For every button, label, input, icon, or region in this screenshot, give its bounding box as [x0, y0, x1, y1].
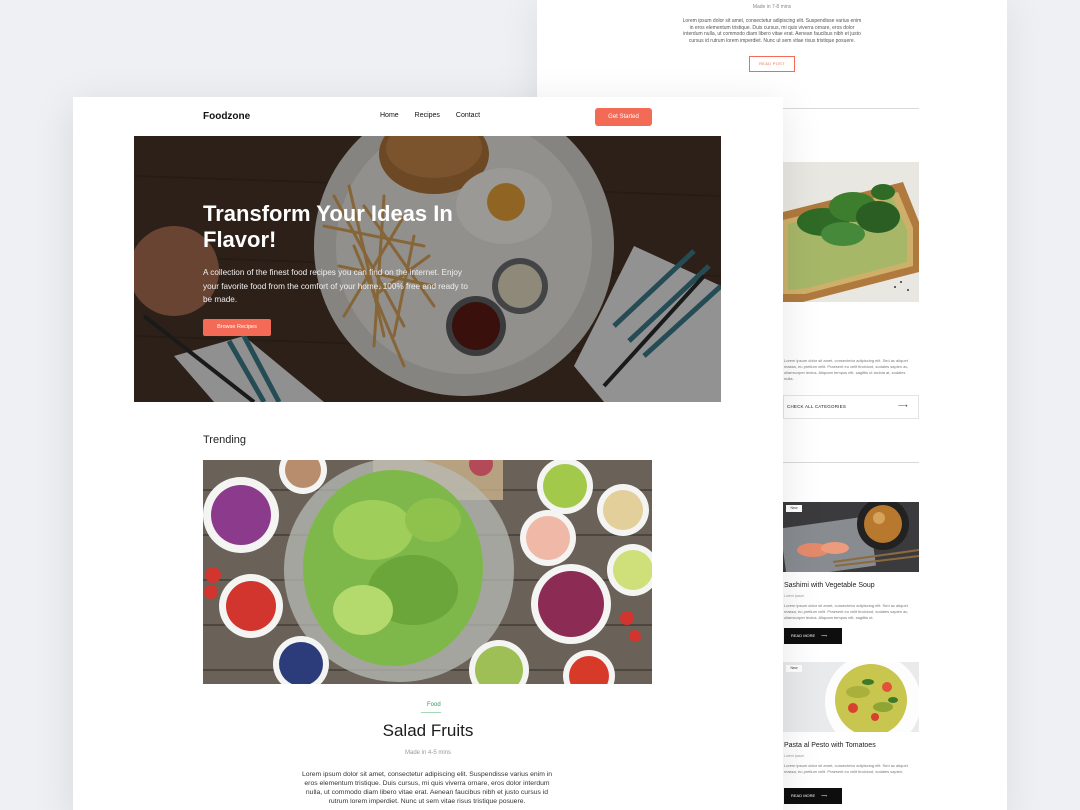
salad-fruits-image[interactable] — [203, 460, 652, 684]
trending-heading: Trending — [203, 434, 247, 446]
nav-links: Home Recipes Contact — [380, 112, 494, 119]
browse-recipes-button[interactable]: Browse Recipes — [203, 319, 271, 336]
tag-underline — [421, 712, 441, 713]
front-page-preview: Foodzone Home Recipes Contact Get Starte… — [73, 97, 783, 810]
post-excerpt: Lorem ipsum dolor sit amet, consectetur … — [784, 603, 909, 620]
recipe-title[interactable]: Salad Fruits — [73, 721, 783, 741]
read-more-label: READ MORE — [791, 793, 816, 798]
avocado-toast-image — [783, 162, 919, 302]
check-all-categories-label: CHECK ALL CATEGORIES — [787, 404, 847, 409]
check-all-categories-button[interactable]: CHECK ALL CATEGORIES ⟶ — [783, 395, 919, 419]
sashimi-soup-image — [783, 502, 919, 572]
back-paragraph: Lorem ipsum dolor sit amet, consectetur … — [682, 18, 862, 44]
post-meta: Lorem ipsum — [784, 594, 805, 598]
post-title[interactable]: Sashimi with Vegetable Soup — [784, 582, 875, 589]
arrow-right-icon: ⟶ — [821, 793, 827, 798]
new-badge: New — [786, 665, 802, 672]
post-meta: Lorem ipsum — [784, 754, 805, 758]
pasta-pesto-image — [783, 662, 919, 732]
hero-banner: Transform Your Ideas In Flavor! A collec… — [134, 136, 721, 402]
read-post-button[interactable]: READ POST — [749, 56, 795, 72]
nav-link-home[interactable]: Home — [380, 112, 399, 119]
hero-title: Transform Your Ideas In Flavor! — [203, 201, 453, 252]
divider — [783, 462, 919, 463]
read-more-button[interactable]: READ MORE ⟶ — [784, 628, 842, 644]
logo[interactable]: Foodzone — [203, 111, 250, 122]
back-post-header: Made in 7-8 mins Lorem ipsum dolor sit a… — [537, 0, 1007, 72]
divider — [783, 108, 919, 109]
category-tag[interactable]: Food — [427, 702, 441, 708]
navbar: Foodzone Home Recipes Contact Get Starte… — [73, 97, 783, 135]
back-made-in: Made in 7-8 mins — [752, 4, 792, 10]
hero-description: A collection of the finest food recipes … — [203, 268, 468, 304]
arrow-right-icon: ⟶ — [897, 403, 908, 410]
new-badge: New — [786, 505, 802, 512]
post-excerpt: Lorem ipsum dolor sit amet, consectetur … — [784, 763, 908, 774]
recipe-description: Lorem ipsum dolor sit amet, consectetur … — [301, 771, 553, 805]
nav-link-recipes[interactable]: Recipes — [415, 112, 440, 119]
read-more-button[interactable]: READ MORE ⟶ — [784, 788, 842, 804]
category-description: Lorem ipsum dolor sit amet, consectetur … — [784, 358, 909, 381]
recipe-duration: Made in 4-5 mins — [404, 750, 452, 756]
post-title[interactable]: Pasta al Pesto with Tomatoes — [784, 742, 876, 749]
read-more-label: READ MORE — [791, 633, 816, 638]
arrow-right-icon: ⟶ — [821, 633, 827, 638]
nav-link-contact[interactable]: Contact — [456, 112, 480, 119]
get-started-button[interactable]: Get Started — [595, 108, 652, 126]
